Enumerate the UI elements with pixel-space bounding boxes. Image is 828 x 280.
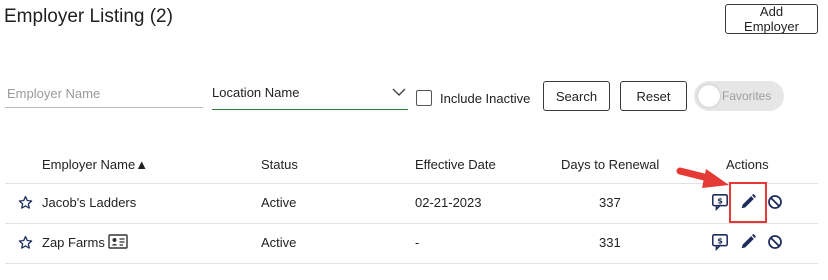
toggle-knob xyxy=(698,85,720,107)
svg-text:$: $ xyxy=(717,235,723,245)
include-inactive-checkbox[interactable]: Include Inactive xyxy=(416,88,530,108)
checkbox-box[interactable] xyxy=(416,90,432,106)
effective-date-cell: - xyxy=(415,235,420,250)
employer-name-input[interactable] xyxy=(5,80,203,108)
chevron-down-icon xyxy=(392,88,406,96)
pencil-icon[interactable] xyxy=(739,233,757,251)
billing-comment-icon[interactable]: $ xyxy=(711,233,729,251)
svg-text:$: $ xyxy=(717,195,723,205)
column-header-effective-date[interactable]: Effective Date xyxy=(415,157,496,172)
column-header-employer-name[interactable]: Employer Name▲ xyxy=(42,157,148,172)
status-cell: Active xyxy=(261,195,297,210)
employer-name-cell[interactable]: Zap Farms xyxy=(42,235,105,250)
block-icon[interactable] xyxy=(767,194,783,210)
column-header-days-to-renewal[interactable]: Days to Renewal xyxy=(561,157,659,172)
billing-comment-icon[interactable]: $ xyxy=(711,193,729,211)
days-to-renewal-cell: 337 xyxy=(599,195,621,210)
block-icon[interactable] xyxy=(767,234,783,250)
effective-date-cell: 02-21-2023 xyxy=(415,195,482,210)
status-cell: Active xyxy=(261,235,297,250)
favorites-toggle[interactable]: Favorites xyxy=(694,81,784,111)
search-button[interactable]: Search xyxy=(543,81,610,111)
days-to-renewal-cell: 331 xyxy=(599,235,621,250)
location-select[interactable]: Location Name xyxy=(212,80,408,110)
star-outline-icon[interactable] xyxy=(18,235,33,250)
row-divider xyxy=(5,223,818,224)
row-divider xyxy=(5,263,818,264)
red-arrow-annotation xyxy=(676,167,729,188)
reset-button[interactable]: Reset xyxy=(620,81,687,111)
column-header-status[interactable]: Status xyxy=(261,157,298,172)
star-outline-icon[interactable] xyxy=(18,195,33,210)
favorites-toggle-label: Favorites xyxy=(722,89,772,103)
employer-name-cell[interactable]: Jacob's Ladders xyxy=(42,195,136,210)
edit-highlight-box xyxy=(729,182,767,223)
include-inactive-label: Include Inactive xyxy=(440,90,531,106)
contact-card-icon[interactable] xyxy=(108,234,128,249)
add-employer-button[interactable]: Add Employer xyxy=(725,4,818,34)
column-header-actions: Actions xyxy=(726,157,769,172)
location-select-value: Location Name xyxy=(212,85,300,100)
page-title: Employer Listing (2) xyxy=(4,6,173,27)
